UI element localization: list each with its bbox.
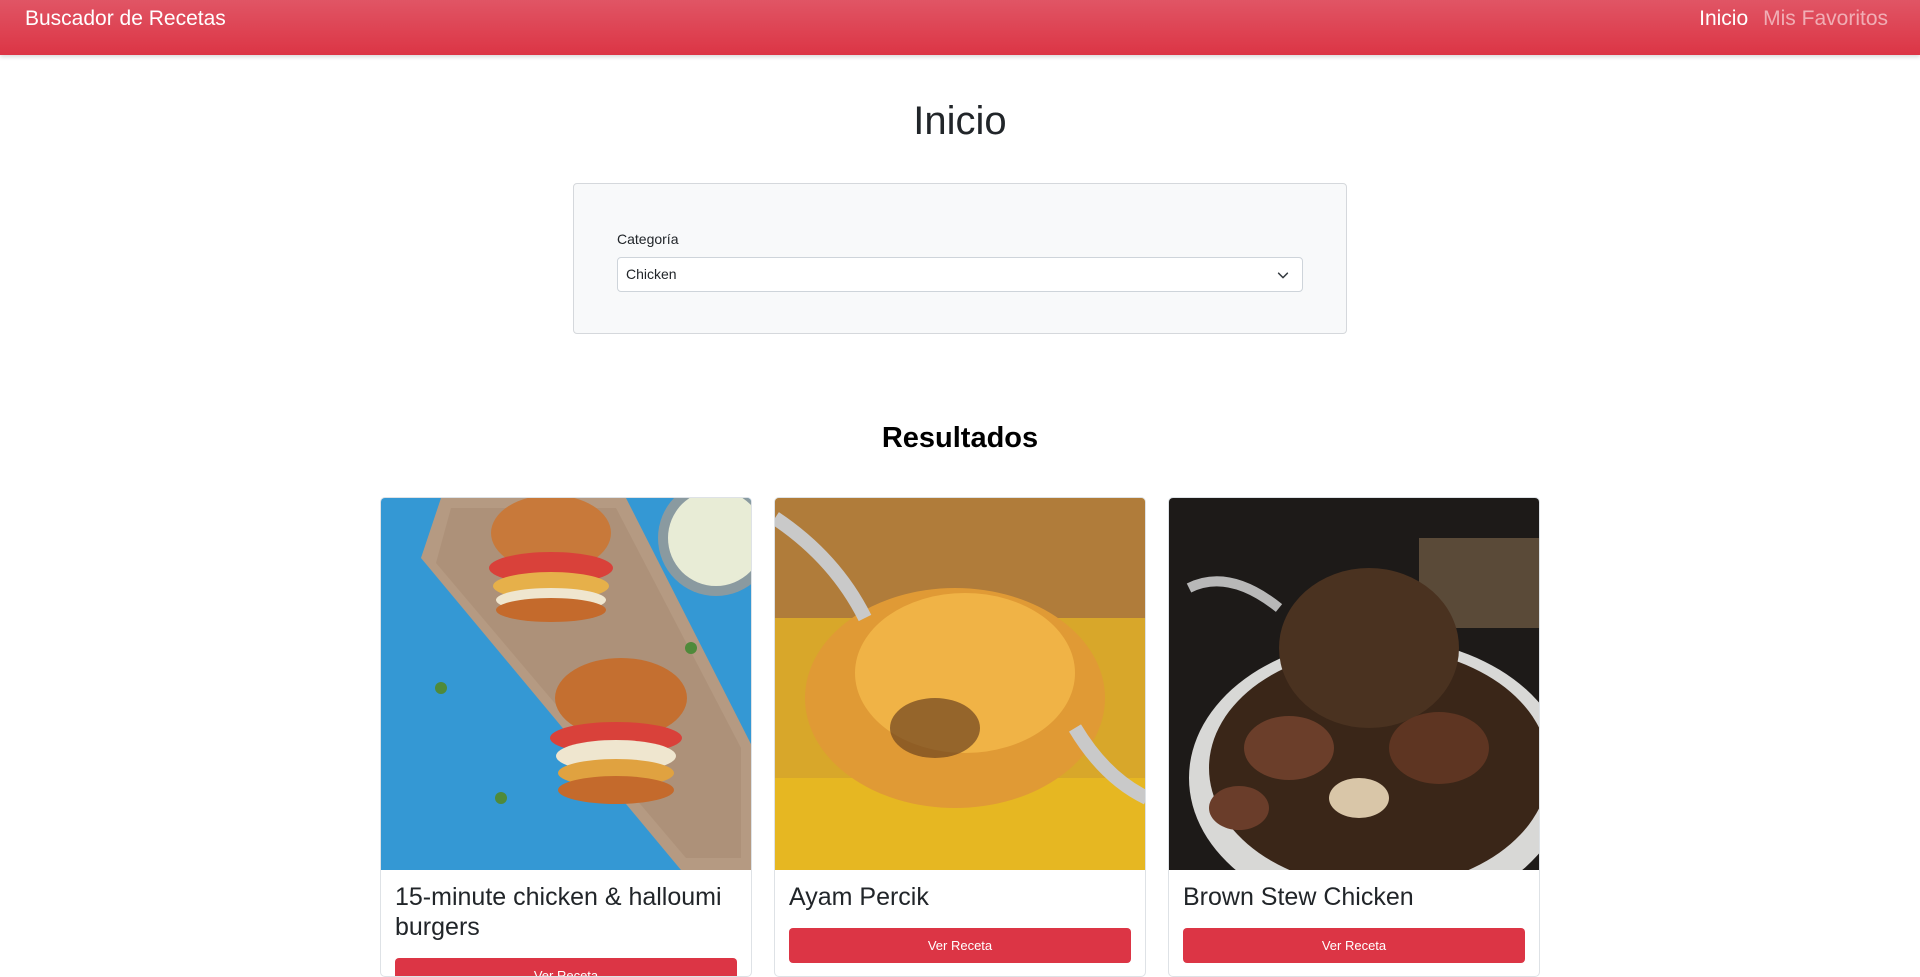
nav-link-favoritos[interactable]: Mis Favoritos [1763, 5, 1888, 33]
recipe-image-brown-stew-chicken [1169, 498, 1539, 870]
category-select-value: Chicken [626, 266, 677, 282]
brand-logo[interactable]: Buscador de Recetas [25, 5, 226, 33]
recipe-card: Ayam Percik Ver Receta [774, 497, 1146, 977]
nav-links: Inicio Mis Favoritos [1699, 5, 1888, 33]
results-title: Resultados [881, 422, 1039, 454]
category-label: Categoría [617, 231, 679, 247]
filter-card: Categoría Chicken [573, 183, 1347, 334]
view-recipe-button[interactable]: Ver Receta [789, 928, 1131, 963]
chevron-down-icon [1277, 272, 1289, 279]
category-select[interactable]: Chicken [617, 257, 1303, 292]
recipe-card: 15-minute chicken & halloumi burgers Ver… [380, 497, 752, 977]
recipe-card: Brown Stew Chicken Ver Receta [1168, 497, 1540, 977]
recipe-title: Ayam Percik [789, 883, 929, 911]
recipe-image-burgers [381, 498, 751, 870]
recipe-title: 15-minute chicken & halloumi burgers [395, 883, 722, 941]
recipe-title: Brown Stew Chicken [1183, 883, 1414, 911]
page-title: Inicio [913, 99, 1007, 143]
nav-link-inicio[interactable]: Inicio [1699, 5, 1748, 33]
view-recipe-button[interactable]: Ver Receta [1183, 928, 1525, 963]
recipe-image-ayam-percik [775, 498, 1145, 870]
view-recipe-button[interactable]: Ver Receta [395, 958, 737, 976]
navbar: Buscador de Recetas Inicio Mis Favoritos [0, 0, 1920, 55]
